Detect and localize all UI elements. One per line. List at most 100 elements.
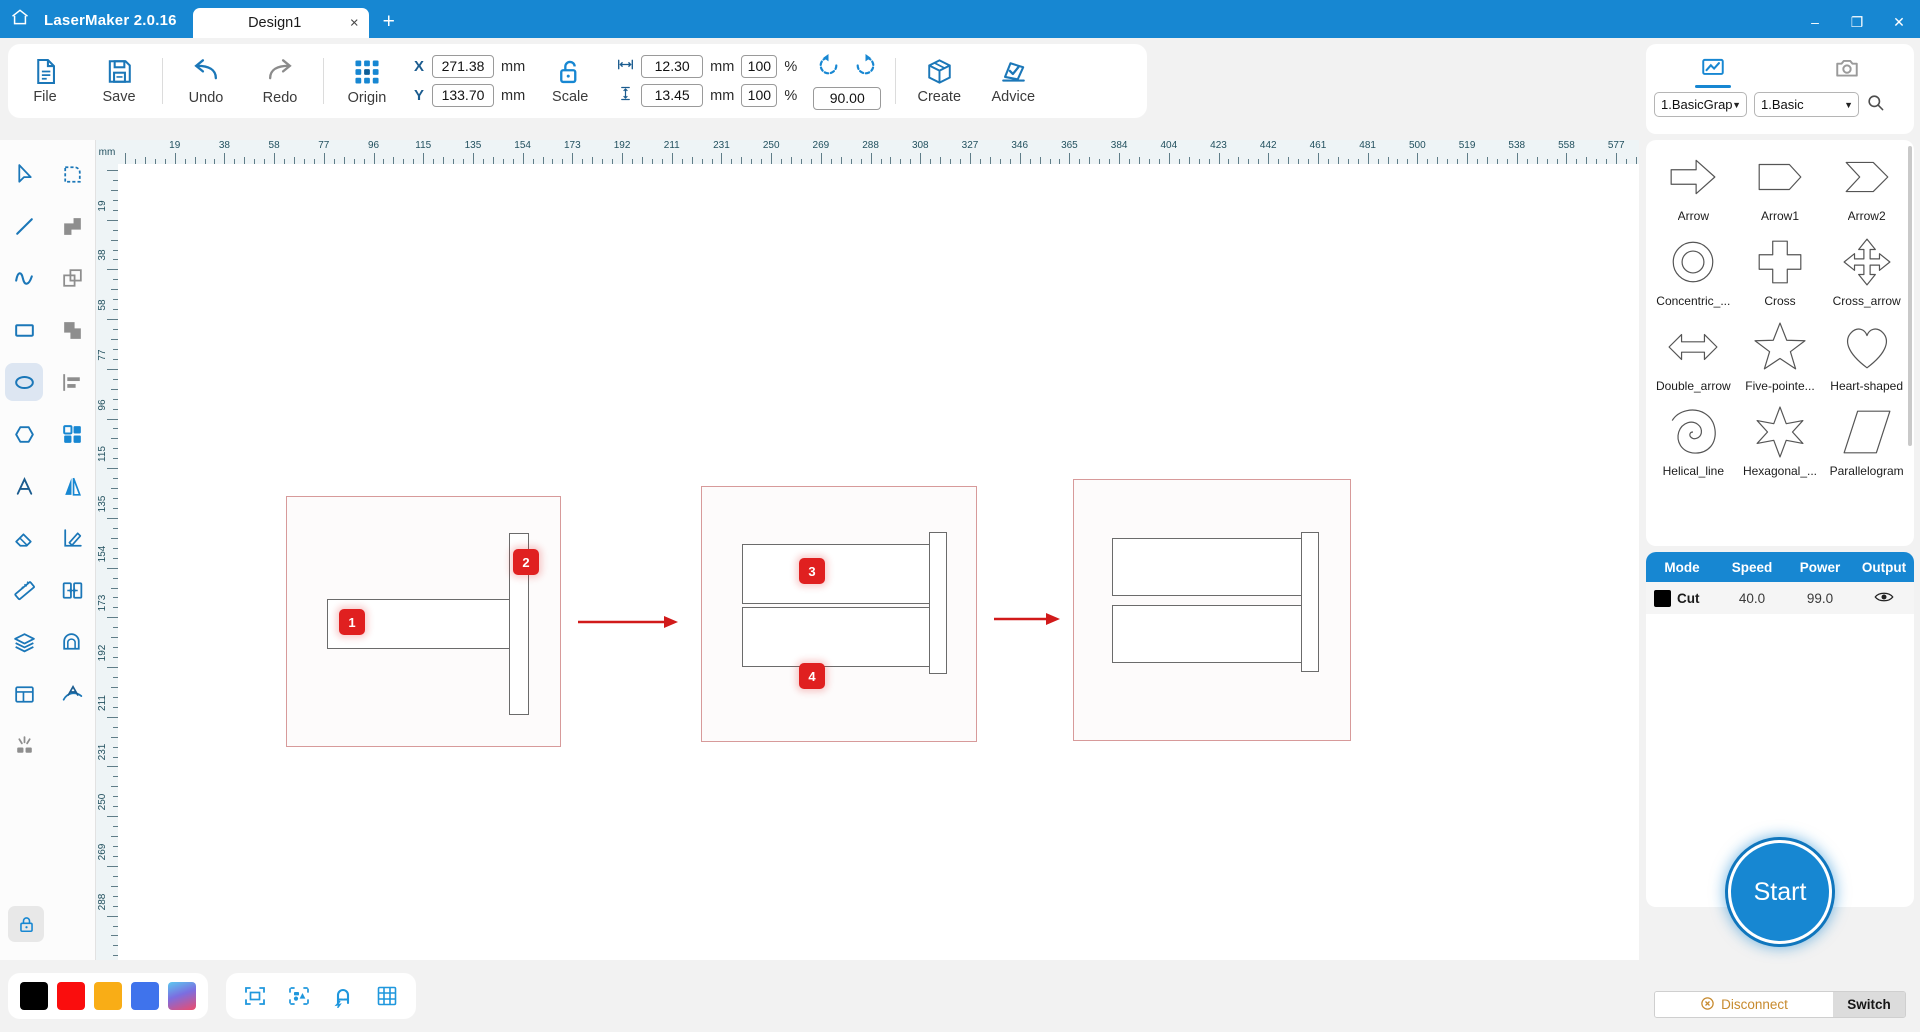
shape-bar[interactable] [1112, 605, 1307, 663]
union-tool[interactable] [48, 202, 96, 250]
intersect-tool[interactable] [48, 254, 96, 302]
close-icon[interactable]: × [350, 16, 359, 31]
table-tool[interactable] [0, 670, 48, 718]
layer-color-chip[interactable] [1654, 589, 1671, 607]
redo-button[interactable]: Redo [243, 44, 317, 118]
shape-library-item[interactable]: Helical_line [1650, 401, 1737, 486]
board-step-1[interactable]: 12 [286, 496, 561, 747]
shape-library-item[interactable]: Arrow2 [1823, 146, 1910, 231]
advice-button[interactable]: Advice [976, 44, 1050, 118]
origin-button[interactable]: Origin [330, 44, 404, 118]
library-tab[interactable] [1646, 44, 1780, 92]
scale-lock-button[interactable]: Scale [533, 44, 607, 118]
minimize-icon[interactable]: – [1794, 15, 1836, 29]
layer-speed-value[interactable]: 40.0 [1718, 591, 1786, 606]
eye-icon[interactable] [1854, 590, 1914, 607]
camera-tab[interactable] [1780, 44, 1914, 92]
shape-library-item[interactable]: Five-pointe... [1737, 316, 1824, 401]
grid-icon[interactable] [374, 983, 400, 1009]
width-percent-input[interactable]: 100 [741, 55, 778, 78]
switch-button[interactable]: Switch [1833, 992, 1905, 1017]
shape-library-item[interactable]: Cross_arrow [1823, 231, 1910, 316]
layer-power-value[interactable]: 99.0 [1786, 591, 1854, 606]
rotation-input[interactable]: 90.00 [813, 86, 882, 110]
distribute-tool[interactable] [48, 566, 96, 614]
group-tool[interactable] [48, 410, 96, 458]
save-button[interactable]: Save [82, 44, 156, 118]
height-input[interactable]: 13.45 [641, 84, 704, 107]
create-button[interactable]: Create [902, 44, 976, 118]
shape-bar[interactable] [742, 544, 937, 604]
shape-library-item[interactable]: Arrow [1650, 146, 1737, 231]
window-close-icon[interactable]: ✕ [1878, 15, 1920, 29]
shape-bar[interactable] [929, 532, 947, 674]
design-canvas[interactable]: 12 34 [118, 164, 1639, 960]
ellipse-tool[interactable] [0, 358, 48, 406]
new-tab-button[interactable]: + [369, 11, 407, 38]
layer-row[interactable]: Cut 40.0 99.0 [1646, 582, 1914, 614]
rotate-right-icon[interactable] [853, 53, 878, 83]
horizontal-ruler[interactable]: 19 38 58 77 96 115 135 154 173 192 211 231 250 269 288… [118, 140, 1639, 164]
shape-library-item[interactable]: Cross [1737, 231, 1824, 316]
maximize-icon[interactable]: ❐ [1836, 15, 1878, 29]
home-icon[interactable] [0, 0, 40, 38]
node-edit-tool[interactable] [48, 150, 96, 198]
measure-angle-tool[interactable] [48, 514, 96, 562]
file-button[interactable]: File [8, 44, 82, 118]
rotate-left-icon[interactable] [816, 53, 841, 83]
shape-library-item[interactable]: Double_arrow [1650, 316, 1737, 401]
subcategory-select[interactable]: 1.Basic ▼ [1754, 92, 1859, 117]
search-icon[interactable] [1866, 93, 1885, 117]
shape-library-item[interactable]: Heart-shaped [1823, 316, 1910, 401]
rectangle-tool[interactable] [0, 306, 48, 354]
color-swatch-orange[interactable] [94, 982, 122, 1010]
shape-library-item[interactable]: Concentric_... [1650, 231, 1737, 316]
layers-tool[interactable] [0, 618, 48, 666]
start-button[interactable]: Start [1728, 840, 1832, 944]
spiral-icon [1667, 401, 1719, 463]
vertical-ruler[interactable]: 19 38 58 77 96 115 135 154 173 192 211 231 250 269 288 [96, 164, 118, 960]
magnet-icon[interactable] [330, 983, 356, 1009]
line-tool[interactable] [0, 202, 48, 250]
mirror-tool[interactable] [48, 462, 96, 510]
text-tool[interactable] [0, 462, 48, 510]
shape-bar[interactable] [1301, 532, 1319, 672]
document-tab[interactable]: Design1 × [192, 8, 369, 38]
undo-button[interactable]: Undo [169, 44, 243, 118]
eraser-icon [5, 519, 43, 557]
width-input[interactable]: 12.30 [641, 55, 704, 78]
shape-library-item[interactable]: Arrow1 [1737, 146, 1824, 231]
color-swatch-gradient[interactable] [168, 982, 196, 1010]
text-on-path-tool[interactable] [48, 670, 96, 718]
shape-bar[interactable] [742, 607, 937, 667]
subtract-tool[interactable] [48, 306, 96, 354]
category-select[interactable]: 1.BasicGrap ▼ [1654, 92, 1747, 117]
color-swatch-blue[interactable] [131, 982, 159, 1010]
curve-tool[interactable] [0, 254, 48, 302]
engrave-tool[interactable] [0, 722, 48, 770]
select-tool[interactable] [0, 150, 48, 198]
ruler-tick [970, 153, 971, 164]
eraser-tool[interactable] [0, 514, 48, 562]
x-input[interactable]: 271.38 [432, 55, 494, 78]
offset-path-icon [53, 623, 91, 661]
connection-status[interactable]: Disconnect [1655, 992, 1833, 1017]
height-percent-input[interactable]: 100 [741, 84, 778, 107]
board-step-3[interactable] [1073, 479, 1351, 741]
shape-library-item[interactable]: Hexagonal_... [1737, 401, 1824, 486]
board-step-2[interactable]: 34 [701, 486, 977, 742]
offset-tool[interactable] [48, 618, 96, 666]
color-swatch-black[interactable] [20, 982, 48, 1010]
y-input[interactable]: 133.70 [432, 84, 494, 107]
lock-closed-icon[interactable] [8, 906, 44, 942]
select-shapes-icon[interactable] [286, 983, 312, 1009]
align-tool[interactable] [48, 358, 96, 406]
polygon-tool[interactable] [0, 410, 48, 458]
ruler-tool[interactable] [0, 566, 48, 614]
shape-library[interactable]: Arrow Arrow1 Arrow2 Concentric_... Cross Cros… [1646, 140, 1914, 546]
library-scrollbar[interactable] [1908, 146, 1912, 446]
color-swatch-red[interactable] [57, 982, 85, 1010]
shape-library-item[interactable]: Parallelogram [1823, 401, 1910, 486]
frame-fit-icon[interactable] [242, 983, 268, 1009]
shape-bar[interactable] [1112, 538, 1307, 596]
